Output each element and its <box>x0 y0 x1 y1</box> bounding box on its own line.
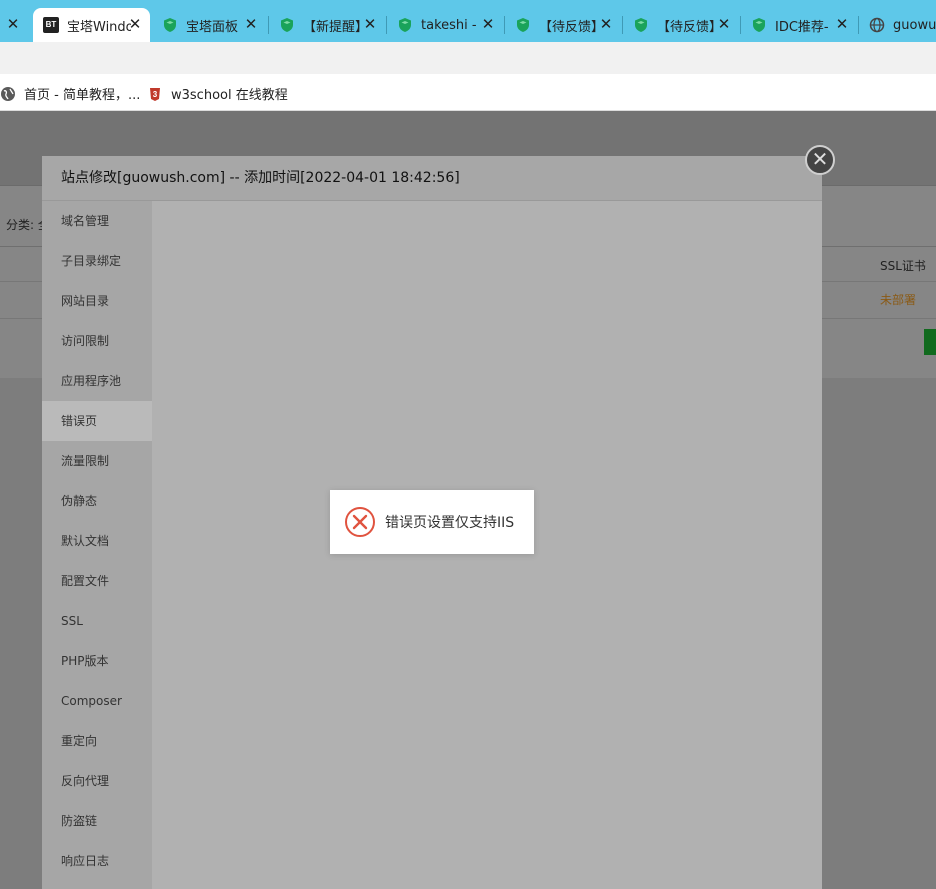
ssl-column-header: SSL证书 <box>880 259 926 273</box>
menu-item-response-log[interactable]: 响应日志 <box>42 841 152 881</box>
browser-tab[interactable]: 【待反馈】 ✕ <box>505 8 621 42</box>
menu-item-config-file[interactable]: 配置文件 <box>42 561 152 601</box>
tab-title: 【待反馈】 <box>657 19 721 35</box>
green-shield-icon <box>517 18 529 32</box>
globe-icon <box>1 86 15 101</box>
menu-item-subdir[interactable]: 子目录绑定 <box>42 241 152 281</box>
menu-item-app-pool[interactable]: 应用程序池 <box>42 361 152 401</box>
tab-close-icon[interactable]: ✕ <box>126 15 144 33</box>
menu-item-site-dir[interactable]: 网站目录 <box>42 281 152 321</box>
green-action-button[interactable] <box>924 329 936 355</box>
tab-title: 宝塔Windo <box>67 19 131 35</box>
browser-tab[interactable]: guowus <box>859 8 936 42</box>
tab-close-icon[interactable]: ✕ <box>833 15 851 33</box>
bt-logo-icon: BT <box>43 17 59 33</box>
browser-tab[interactable]: takeshi - ✕ <box>387 8 503 42</box>
bookmark-item[interactable]: 首页 - 简单教程，... <box>0 84 140 103</box>
menu-item-reverse-proxy[interactable]: 反向代理 <box>42 761 152 801</box>
w3school-icon: 3 <box>150 87 160 101</box>
green-shield-icon <box>635 18 647 32</box>
svg-text:3: 3 <box>153 90 158 99</box>
tab-close-icon[interactable]: ✕ <box>597 15 615 33</box>
tab-title: guowus <box>893 17 936 33</box>
browser-tab[interactable]: 宝塔面板 ✕ <box>150 8 266 42</box>
browser-tab[interactable]: ✕ <box>0 8 28 42</box>
menu-item-redirect[interactable]: 重定向 <box>42 721 152 761</box>
globe-icon <box>869 17 885 33</box>
browser-toolbar <box>0 42 936 74</box>
menu-item-ssl[interactable]: SSL <box>42 601 152 641</box>
tab-close-icon[interactable]: ✕ <box>4 15 22 33</box>
ssl-status-value[interactable]: 未部署 <box>880 291 916 308</box>
menu-item-composer[interactable]: Composer <box>42 681 152 721</box>
menu-item-domain[interactable]: 域名管理 <box>42 201 152 241</box>
green-shield-icon <box>753 18 765 32</box>
modal-side-menu: 域名管理 子目录绑定 网站目录 访问限制 应用程序池 错误页 流量限制 伪静态 … <box>42 201 152 889</box>
tab-title: 【待反馈】 <box>539 19 603 35</box>
menu-item-php-version[interactable]: PHP版本 <box>42 641 152 681</box>
error-message-text: 错误页设置仅支持IIS <box>385 515 515 531</box>
modal-close-button[interactable]: ✕ <box>805 145 835 175</box>
bookmark-label: 首页 - 简单教程，... <box>24 88 141 103</box>
modal-title: 站点修改[guowush.com] -- 添加时间[2022-04-01 18:… <box>42 156 822 201</box>
menu-item-hotlink[interactable]: 防盗链 <box>42 801 152 841</box>
error-message-toast: 错误页设置仅支持IIS <box>330 490 534 554</box>
green-shield-icon <box>164 18 176 32</box>
menu-item-traffic-limit[interactable]: 流量限制 <box>42 441 152 481</box>
green-shield-icon <box>281 18 293 32</box>
bookmark-label: w3school 在线教程 <box>171 88 288 103</box>
bookmark-item[interactable]: 3 w3school 在线教程 <box>147 84 288 103</box>
tab-close-icon[interactable]: ✕ <box>242 15 260 33</box>
tab-title: takeshi - <box>421 17 477 33</box>
browser-tab-active[interactable]: BT 宝塔Windo ✕ <box>33 8 150 42</box>
bookmarks-bar: 首页 - 简单教程，... 3 w3school 在线教程 <box>0 74 936 111</box>
menu-item-access-limit[interactable]: 访问限制 <box>42 321 152 361</box>
tab-title: IDC推荐- <box>775 19 829 35</box>
browser-tab[interactable]: IDC推荐- ✕ <box>741 8 857 42</box>
error-circle-icon <box>345 507 375 537</box>
menu-item-default-doc[interactable]: 默认文档 <box>42 521 152 561</box>
tab-close-icon[interactable]: ✕ <box>361 15 379 33</box>
menu-item-error-page[interactable]: 错误页 <box>42 401 152 441</box>
tab-title: 【新提醒】 <box>303 19 367 35</box>
tab-title: 宝塔面板 <box>186 19 239 35</box>
browser-tab[interactable]: 【新提醒】 ✕ <box>269 8 385 42</box>
green-shield-icon <box>399 18 411 32</box>
tab-close-icon[interactable]: ✕ <box>715 15 733 33</box>
browser-tab[interactable]: 【待反馈】 ✕ <box>623 8 739 42</box>
menu-item-rewrite[interactable]: 伪静态 <box>42 481 152 521</box>
tab-close-icon[interactable]: ✕ <box>479 15 497 33</box>
